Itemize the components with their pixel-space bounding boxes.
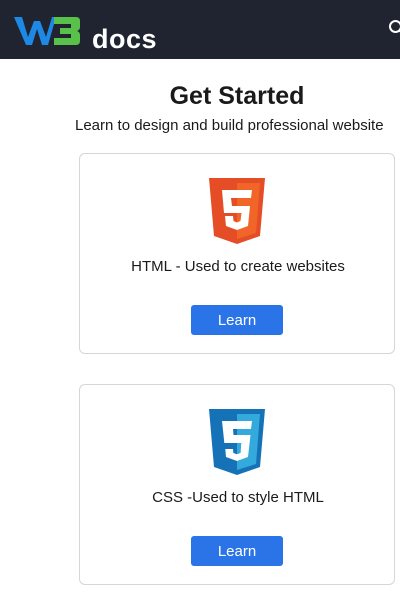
page-title: Get Started	[169, 82, 305, 110]
learn-css-button[interactable]: Learn	[191, 536, 283, 566]
w3docs-logo[interactable]: docs	[12, 11, 157, 53]
card-description: HTML - Used to create websites	[131, 258, 345, 275]
page-subtitle: Learn to design and build professional w…	[75, 117, 384, 134]
w3-logo-mark	[14, 17, 80, 45]
logo-text: docs	[92, 24, 158, 54]
html-course-card: HTML - Used to create websites Learn	[79, 153, 395, 354]
search-icon[interactable]	[388, 19, 400, 37]
learn-html-button[interactable]: Learn	[191, 305, 283, 335]
css-course-card: CSS -Used to style HTML Learn	[79, 384, 395, 585]
css3-icon	[209, 409, 265, 475]
site-header: docs	[0, 0, 400, 59]
card-description: CSS -Used to style HTML	[152, 489, 324, 506]
html5-icon	[209, 178, 265, 244]
